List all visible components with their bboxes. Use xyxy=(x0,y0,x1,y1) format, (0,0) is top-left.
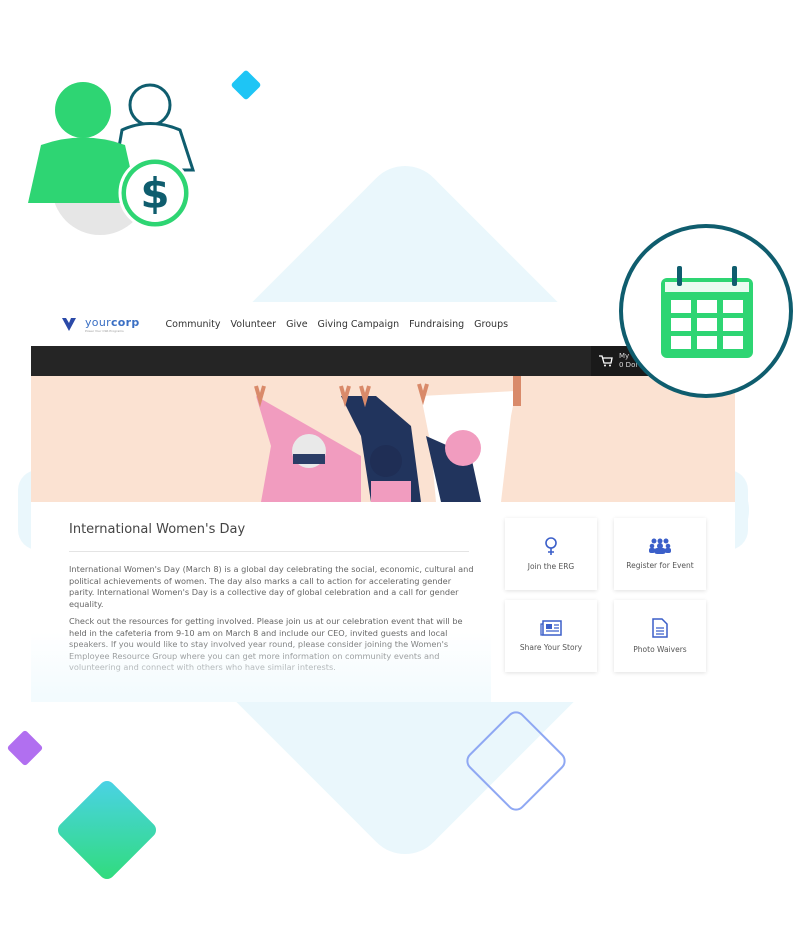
brand-light: your xyxy=(85,315,111,329)
svg-text:$: $ xyxy=(140,169,169,218)
female-symbol-icon xyxy=(545,537,557,555)
hero-banner xyxy=(31,376,735,502)
brand-tagline: Power Your CSR Programs xyxy=(85,328,124,333)
fade-overlay xyxy=(31,632,491,702)
donor-person-illustration: $ xyxy=(28,82,196,235)
logo-icon xyxy=(62,318,76,331)
group-icon xyxy=(649,538,671,554)
calendar-badge xyxy=(619,224,793,398)
cart-value: 0 Dol xyxy=(619,361,638,369)
join-erg-card[interactable]: Join the ERG xyxy=(505,518,597,590)
card-label: Share Your Story xyxy=(519,643,583,652)
women-celebrating-illustration xyxy=(254,376,521,502)
decor-diamond xyxy=(6,729,44,767)
document-icon xyxy=(652,618,668,638)
nav-groups[interactable]: Groups xyxy=(474,319,508,330)
decor-diamond xyxy=(54,777,160,883)
app-screenshot: yourcorp Power Your CSR Programs Communi… xyxy=(31,302,735,702)
share-story-card[interactable]: Share Your Story xyxy=(505,600,597,672)
brand-bold: corp xyxy=(110,315,140,329)
card-label: Register for Event xyxy=(626,561,694,570)
card-label: Photo Waivers xyxy=(633,645,687,654)
newspaper-icon xyxy=(540,620,562,636)
nav-community[interactable]: Community xyxy=(166,319,221,330)
calendar-icon xyxy=(661,266,753,358)
photo-waivers-card[interactable]: Photo Waivers xyxy=(614,600,706,672)
nav-giving-campaign[interactable]: Giving Campaign xyxy=(318,319,400,330)
logo[interactable]: yourcorp Power Your CSR Programs xyxy=(61,316,140,333)
register-event-card[interactable]: Register for Event xyxy=(614,518,706,590)
divider xyxy=(69,551,469,552)
decor-diamond xyxy=(230,69,262,101)
description-paragraph: International Women's Day (March 8) is a… xyxy=(69,564,474,609)
nav-fundraising[interactable]: Fundraising xyxy=(409,319,464,330)
card-label: Join the ERG xyxy=(527,562,575,571)
cart-icon xyxy=(599,355,613,367)
nav-volunteer[interactable]: Volunteer xyxy=(231,319,277,330)
nav-give[interactable]: Give xyxy=(286,319,307,330)
